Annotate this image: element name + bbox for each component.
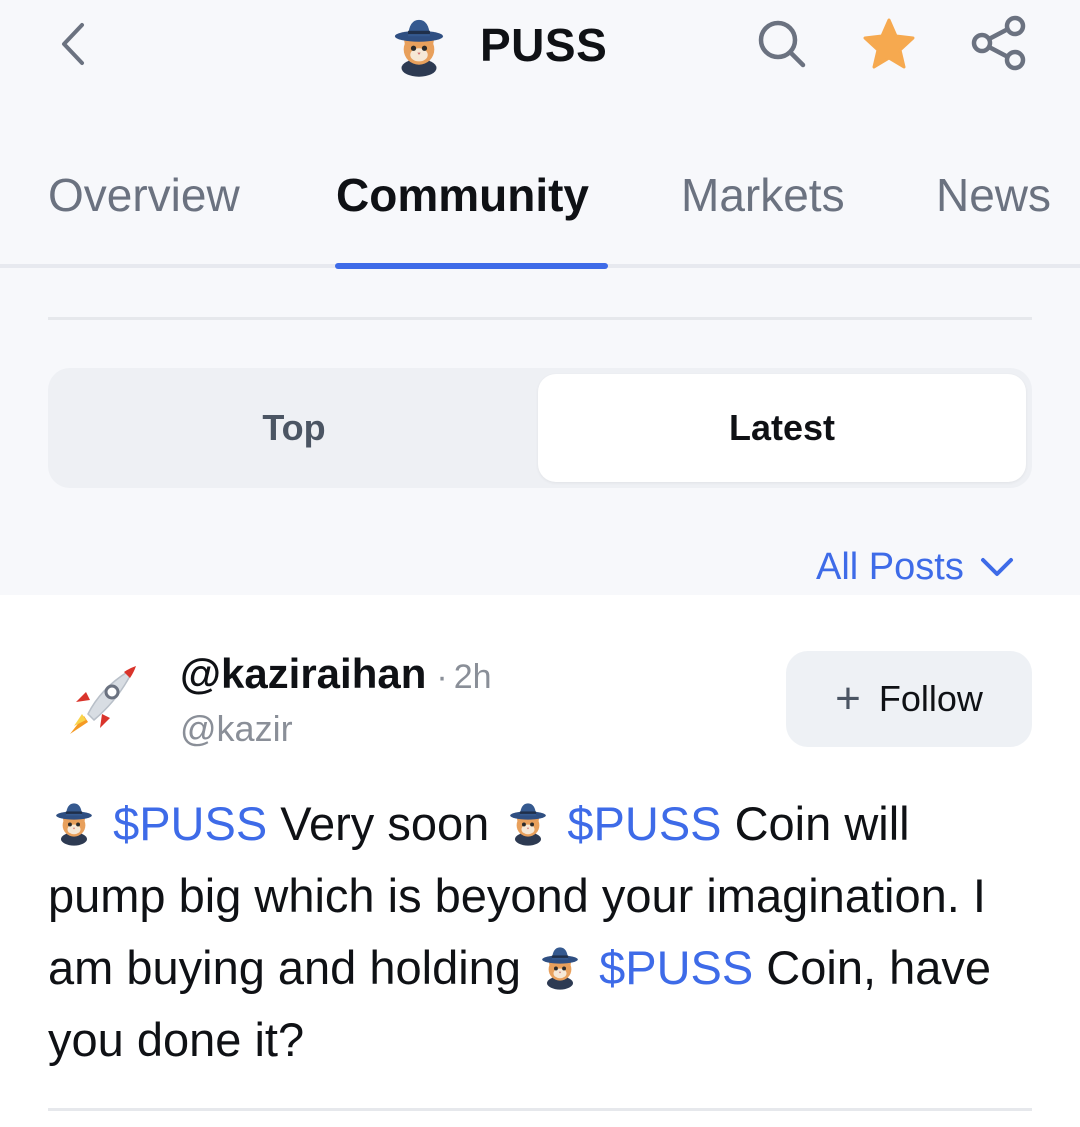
segment-top[interactable]: Top — [48, 368, 540, 488]
puss-coin-icon — [502, 796, 554, 848]
share-button[interactable] — [966, 12, 1032, 74]
puss-coin-icon — [534, 940, 586, 992]
rocket-icon[interactable] — [58, 656, 146, 744]
cashtag-link[interactable]: $PUSS — [567, 797, 721, 850]
post-handle: @kazir — [180, 708, 293, 749]
segment-latest[interactable]: Latest — [538, 374, 1026, 482]
posts-filter-label: All Posts — [816, 545, 964, 588]
post-text: Very soon — [267, 797, 503, 850]
follow-button[interactable]: + Follow — [786, 651, 1032, 747]
tab-news[interactable]: News — [936, 168, 1051, 222]
star-icon — [863, 18, 915, 69]
meta-separator: · — [436, 658, 448, 696]
top-area — [0, 0, 1080, 595]
back-button[interactable] — [48, 16, 98, 72]
section-divider — [48, 317, 1032, 320]
active-tab-indicator — [335, 263, 608, 269]
post-author[interactable]: @kaziraihan — [180, 650, 426, 698]
post-body: $PUSS Very soon $PUSS Coin will pump big… — [48, 788, 1008, 1076]
post-divider — [48, 1108, 1032, 1111]
sort-segmented-control: Top Latest — [48, 368, 1032, 488]
tab-markets[interactable]: Markets — [681, 168, 845, 222]
plus-icon: + — [835, 674, 861, 723]
tab-community[interactable]: Community — [336, 168, 589, 222]
search-button[interactable] — [752, 14, 812, 74]
tab-overview[interactable]: Overview — [48, 168, 240, 222]
post-header: @kaziraihan · 2h — [180, 650, 492, 698]
share-icon — [971, 15, 1026, 71]
posts-filter-dropdown[interactable]: All Posts — [816, 540, 1014, 594]
page-title: PUSS — [480, 19, 608, 71]
cashtag-link[interactable]: $PUSS — [113, 797, 267, 850]
chevron-down-icon — [980, 558, 1013, 576]
favorite-button[interactable] — [858, 14, 920, 74]
follow-label: Follow — [878, 678, 983, 719]
cashtag-link[interactable]: $PUSS — [599, 941, 753, 994]
back-chevron-icon — [62, 23, 84, 65]
post-time: 2h — [453, 658, 492, 696]
header-title-group: PUSS — [384, 8, 607, 82]
puss-coin-icon — [48, 796, 100, 848]
puss-coin-logo — [384, 10, 454, 80]
search-icon — [758, 20, 806, 68]
